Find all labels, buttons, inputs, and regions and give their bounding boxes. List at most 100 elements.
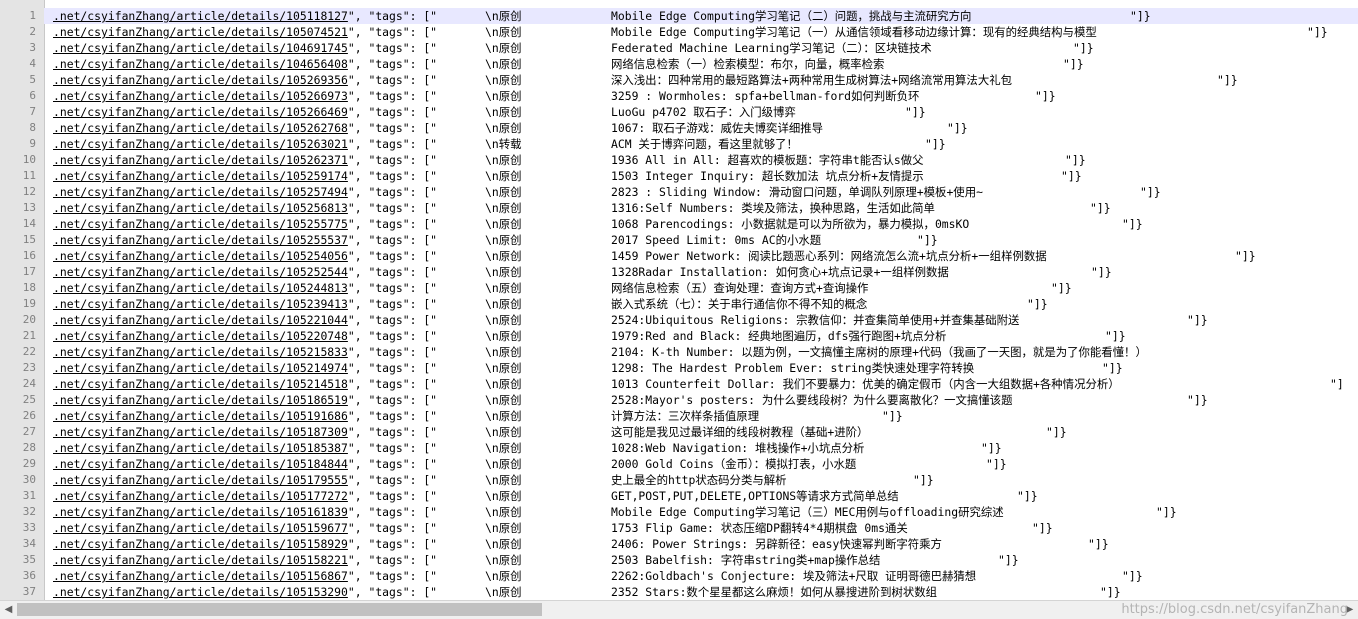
editor-line[interactable]: 11 .net/csyifanZhang/article/details/1052… bbox=[0, 168, 1358, 184]
tag-value: \n原创 bbox=[485, 41, 522, 55]
editor-line[interactable]: 17 .net/csyifanZhang/article/details/1052… bbox=[0, 264, 1358, 280]
editor-line[interactable]: 5 .net/csyifanZhang/article/details/10526… bbox=[0, 72, 1358, 88]
code-text[interactable]: .net/csyifanZhang/article/details/105262… bbox=[53, 120, 437, 136]
text-editor[interactable]: 1 .net/csyifanZhang/article/details/10511… bbox=[0, 0, 1358, 600]
code-text[interactable]: .net/csyifanZhang/article/details/105158… bbox=[53, 536, 437, 552]
editor-line[interactable]: 15 .net/csyifanZhang/article/details/1052… bbox=[0, 232, 1358, 248]
editor-line[interactable]: 32 .net/csyifanZhang/article/details/1051… bbox=[0, 504, 1358, 520]
editor-line[interactable]: 36 .net/csyifanZhang/article/details/1051… bbox=[0, 568, 1358, 584]
editor-line[interactable]: 14 .net/csyifanZhang/article/details/1052… bbox=[0, 216, 1358, 232]
line-end: "]} bbox=[1032, 521, 1053, 535]
code-text[interactable]: .net/csyifanZhang/article/details/105256… bbox=[53, 200, 437, 216]
code-text[interactable]: .net/csyifanZhang/article/details/105244… bbox=[53, 280, 437, 296]
article-url: .net/csyifanZhang/article/details/105254… bbox=[53, 249, 348, 263]
code-text[interactable]: .net/csyifanZhang/article/details/105266… bbox=[53, 88, 437, 104]
editor-line[interactable]: 31 .net/csyifanZhang/article/details/1051… bbox=[0, 488, 1358, 504]
code-text[interactable]: .net/csyifanZhang/article/details/105259… bbox=[53, 168, 437, 184]
code-text[interactable]: .net/csyifanZhang/article/details/105074… bbox=[53, 24, 437, 40]
code-text[interactable]: .net/csyifanZhang/article/details/105118… bbox=[53, 8, 437, 24]
code-text[interactable]: .net/csyifanZhang/article/details/105177… bbox=[53, 488, 437, 504]
editor-line[interactable]: 23 .net/csyifanZhang/article/details/1052… bbox=[0, 360, 1358, 376]
code-text[interactable]: .net/csyifanZhang/article/details/105156… bbox=[53, 568, 437, 584]
editor-line[interactable]: 37 .net/csyifanZhang/article/details/1051… bbox=[0, 584, 1358, 600]
editor-line[interactable]: 2 .net/csyifanZhang/article/details/10507… bbox=[0, 24, 1358, 40]
article-url: .net/csyifanZhang/article/details/105215… bbox=[53, 345, 348, 359]
article-title: 1316:Self Numbers: 类埃及筛法，换种思路，生活如此简单 bbox=[611, 201, 935, 215]
code-text[interactable]: .net/csyifanZhang/article/details/105179… bbox=[53, 472, 437, 488]
editor-line[interactable]: 22 .net/csyifanZhang/article/details/1052… bbox=[0, 344, 1358, 360]
article-url: .net/csyifanZhang/article/details/105252… bbox=[53, 265, 348, 279]
code-text[interactable]: .net/csyifanZhang/article/details/105263… bbox=[53, 136, 437, 152]
editor-line[interactable]: 19 .net/csyifanZhang/article/details/1052… bbox=[0, 296, 1358, 312]
article-title: 2503 Babelfish: 字符串string类+map操作总结 bbox=[611, 553, 881, 567]
editor-line[interactable]: 25 .net/csyifanZhang/article/details/1051… bbox=[0, 392, 1358, 408]
tag-value: \n原创 bbox=[485, 89, 522, 103]
code-text[interactable]: .net/csyifanZhang/article/details/105187… bbox=[53, 424, 437, 440]
code-text[interactable]: .net/csyifanZhang/article/details/105186… bbox=[53, 392, 437, 408]
code-text[interactable]: .net/csyifanZhang/article/details/104691… bbox=[53, 40, 437, 56]
editor-line[interactable]: 33 .net/csyifanZhang/article/details/1051… bbox=[0, 520, 1358, 536]
article-title: LuoGu p4702 取石子：入门级博弈 bbox=[611, 105, 796, 119]
code-text[interactable]: .net/csyifanZhang/article/details/105220… bbox=[53, 328, 437, 344]
code-text[interactable]: .net/csyifanZhang/article/details/105252… bbox=[53, 264, 437, 280]
editor-line[interactable]: 21 .net/csyifanZhang/article/details/1052… bbox=[0, 328, 1358, 344]
code-text[interactable]: .net/csyifanZhang/article/details/105214… bbox=[53, 376, 437, 392]
code-text[interactable]: .net/csyifanZhang/article/details/105221… bbox=[53, 312, 437, 328]
tags-key: ", "tags": [" bbox=[347, 153, 438, 167]
editor-line[interactable]: 27 .net/csyifanZhang/article/details/1051… bbox=[0, 424, 1358, 440]
code-text[interactable]: .net/csyifanZhang/article/details/105255… bbox=[53, 216, 437, 232]
code-text[interactable]: .net/csyifanZhang/article/details/105257… bbox=[53, 184, 437, 200]
line-end: "]} bbox=[1217, 73, 1238, 87]
code-text[interactable]: .net/csyifanZhang/article/details/105239… bbox=[53, 296, 437, 312]
editor-line[interactable]: 29 .net/csyifanZhang/article/details/1051… bbox=[0, 456, 1358, 472]
editor-line[interactable]: 6 .net/csyifanZhang/article/details/10526… bbox=[0, 88, 1358, 104]
code-text[interactable]: .net/csyifanZhang/article/details/105254… bbox=[53, 248, 437, 264]
code-text[interactable]: .net/csyifanZhang/article/details/105262… bbox=[53, 152, 437, 168]
tag-value: \n原创 bbox=[485, 409, 522, 423]
code-text[interactable]: .net/csyifanZhang/article/details/105266… bbox=[53, 104, 437, 120]
code-text[interactable]: .net/csyifanZhang/article/details/105184… bbox=[53, 456, 437, 472]
line-number: 20 bbox=[0, 312, 44, 328]
line-end: "]} bbox=[1063, 57, 1084, 71]
article-url: .net/csyifanZhang/article/details/105263… bbox=[53, 137, 348, 151]
tags-key: ", "tags": [" bbox=[347, 553, 438, 567]
article-title: 2017 Speed Limit: 0ms AC的小水题 bbox=[611, 233, 822, 247]
editor-line[interactable]: 34 .net/csyifanZhang/article/details/1051… bbox=[0, 536, 1358, 552]
article-title: 1013 Counterfeit Dollar: 我们不要暴力：优美的确定假币（… bbox=[611, 377, 1120, 391]
editor-line[interactable]: 28 .net/csyifanZhang/article/details/1051… bbox=[0, 440, 1358, 456]
code-text[interactable]: .net/csyifanZhang/article/details/105153… bbox=[53, 584, 437, 600]
code-text[interactable]: .net/csyifanZhang/article/details/104656… bbox=[53, 56, 437, 72]
editor-line[interactable]: 10 .net/csyifanZhang/article/details/1052… bbox=[0, 152, 1358, 168]
code-text[interactable]: .net/csyifanZhang/article/details/105215… bbox=[53, 344, 437, 360]
editor-line[interactable]: 24 .net/csyifanZhang/article/details/1052… bbox=[0, 376, 1358, 392]
article-title: Mobile Edge Computing学习笔记（二）问题，挑战与主流研究方向 bbox=[611, 9, 972, 23]
editor-line[interactable]: 13 .net/csyifanZhang/article/details/1052… bbox=[0, 200, 1358, 216]
code-text[interactable]: .net/csyifanZhang/article/details/105255… bbox=[53, 232, 437, 248]
editor-line[interactable]: 26 .net/csyifanZhang/article/details/1051… bbox=[0, 408, 1358, 424]
line-end: "]} bbox=[1065, 153, 1086, 167]
code-text[interactable]: .net/csyifanZhang/article/details/105161… bbox=[53, 504, 437, 520]
scrollbar-thumb[interactable] bbox=[17, 603, 542, 616]
code-text[interactable]: .net/csyifanZhang/article/details/105159… bbox=[53, 520, 437, 536]
code-text[interactable]: .net/csyifanZhang/article/details/105158… bbox=[53, 552, 437, 568]
scroll-left-icon[interactable]: ◀ bbox=[0, 601, 17, 619]
code-text[interactable]: .net/csyifanZhang/article/details/105269… bbox=[53, 72, 437, 88]
editor-line[interactable]: 9 .net/csyifanZhang/article/details/10526… bbox=[0, 136, 1358, 152]
article-title: 1298: The Hardest Problem Ever: string类快… bbox=[611, 361, 975, 375]
line-number: 37 bbox=[0, 584, 44, 600]
tag-value: \n原创 bbox=[485, 329, 522, 343]
editor-line[interactable]: 1 .net/csyifanZhang/article/details/10511… bbox=[0, 8, 1358, 24]
editor-line[interactable]: 4 .net/csyifanZhang/article/details/10465… bbox=[0, 56, 1358, 72]
editor-line[interactable]: 16 .net/csyifanZhang/article/details/1052… bbox=[0, 248, 1358, 264]
editor-line[interactable]: 30 .net/csyifanZhang/article/details/1051… bbox=[0, 472, 1358, 488]
editor-line[interactable]: 12 .net/csyifanZhang/article/details/1052… bbox=[0, 184, 1358, 200]
editor-line[interactable]: 20 .net/csyifanZhang/article/details/1052… bbox=[0, 312, 1358, 328]
code-text[interactable]: .net/csyifanZhang/article/details/105185… bbox=[53, 440, 437, 456]
editor-line[interactable]: 3 .net/csyifanZhang/article/details/10469… bbox=[0, 40, 1358, 56]
editor-line[interactable]: 8 .net/csyifanZhang/article/details/10526… bbox=[0, 120, 1358, 136]
code-text[interactable]: .net/csyifanZhang/article/details/105191… bbox=[53, 408, 437, 424]
editor-line[interactable]: 18 .net/csyifanZhang/article/details/1052… bbox=[0, 280, 1358, 296]
code-text[interactable]: .net/csyifanZhang/article/details/105214… bbox=[53, 360, 437, 376]
editor-line[interactable]: 7 .net/csyifanZhang/article/details/10526… bbox=[0, 104, 1358, 120]
editor-line[interactable]: 35 .net/csyifanZhang/article/details/1051… bbox=[0, 552, 1358, 568]
